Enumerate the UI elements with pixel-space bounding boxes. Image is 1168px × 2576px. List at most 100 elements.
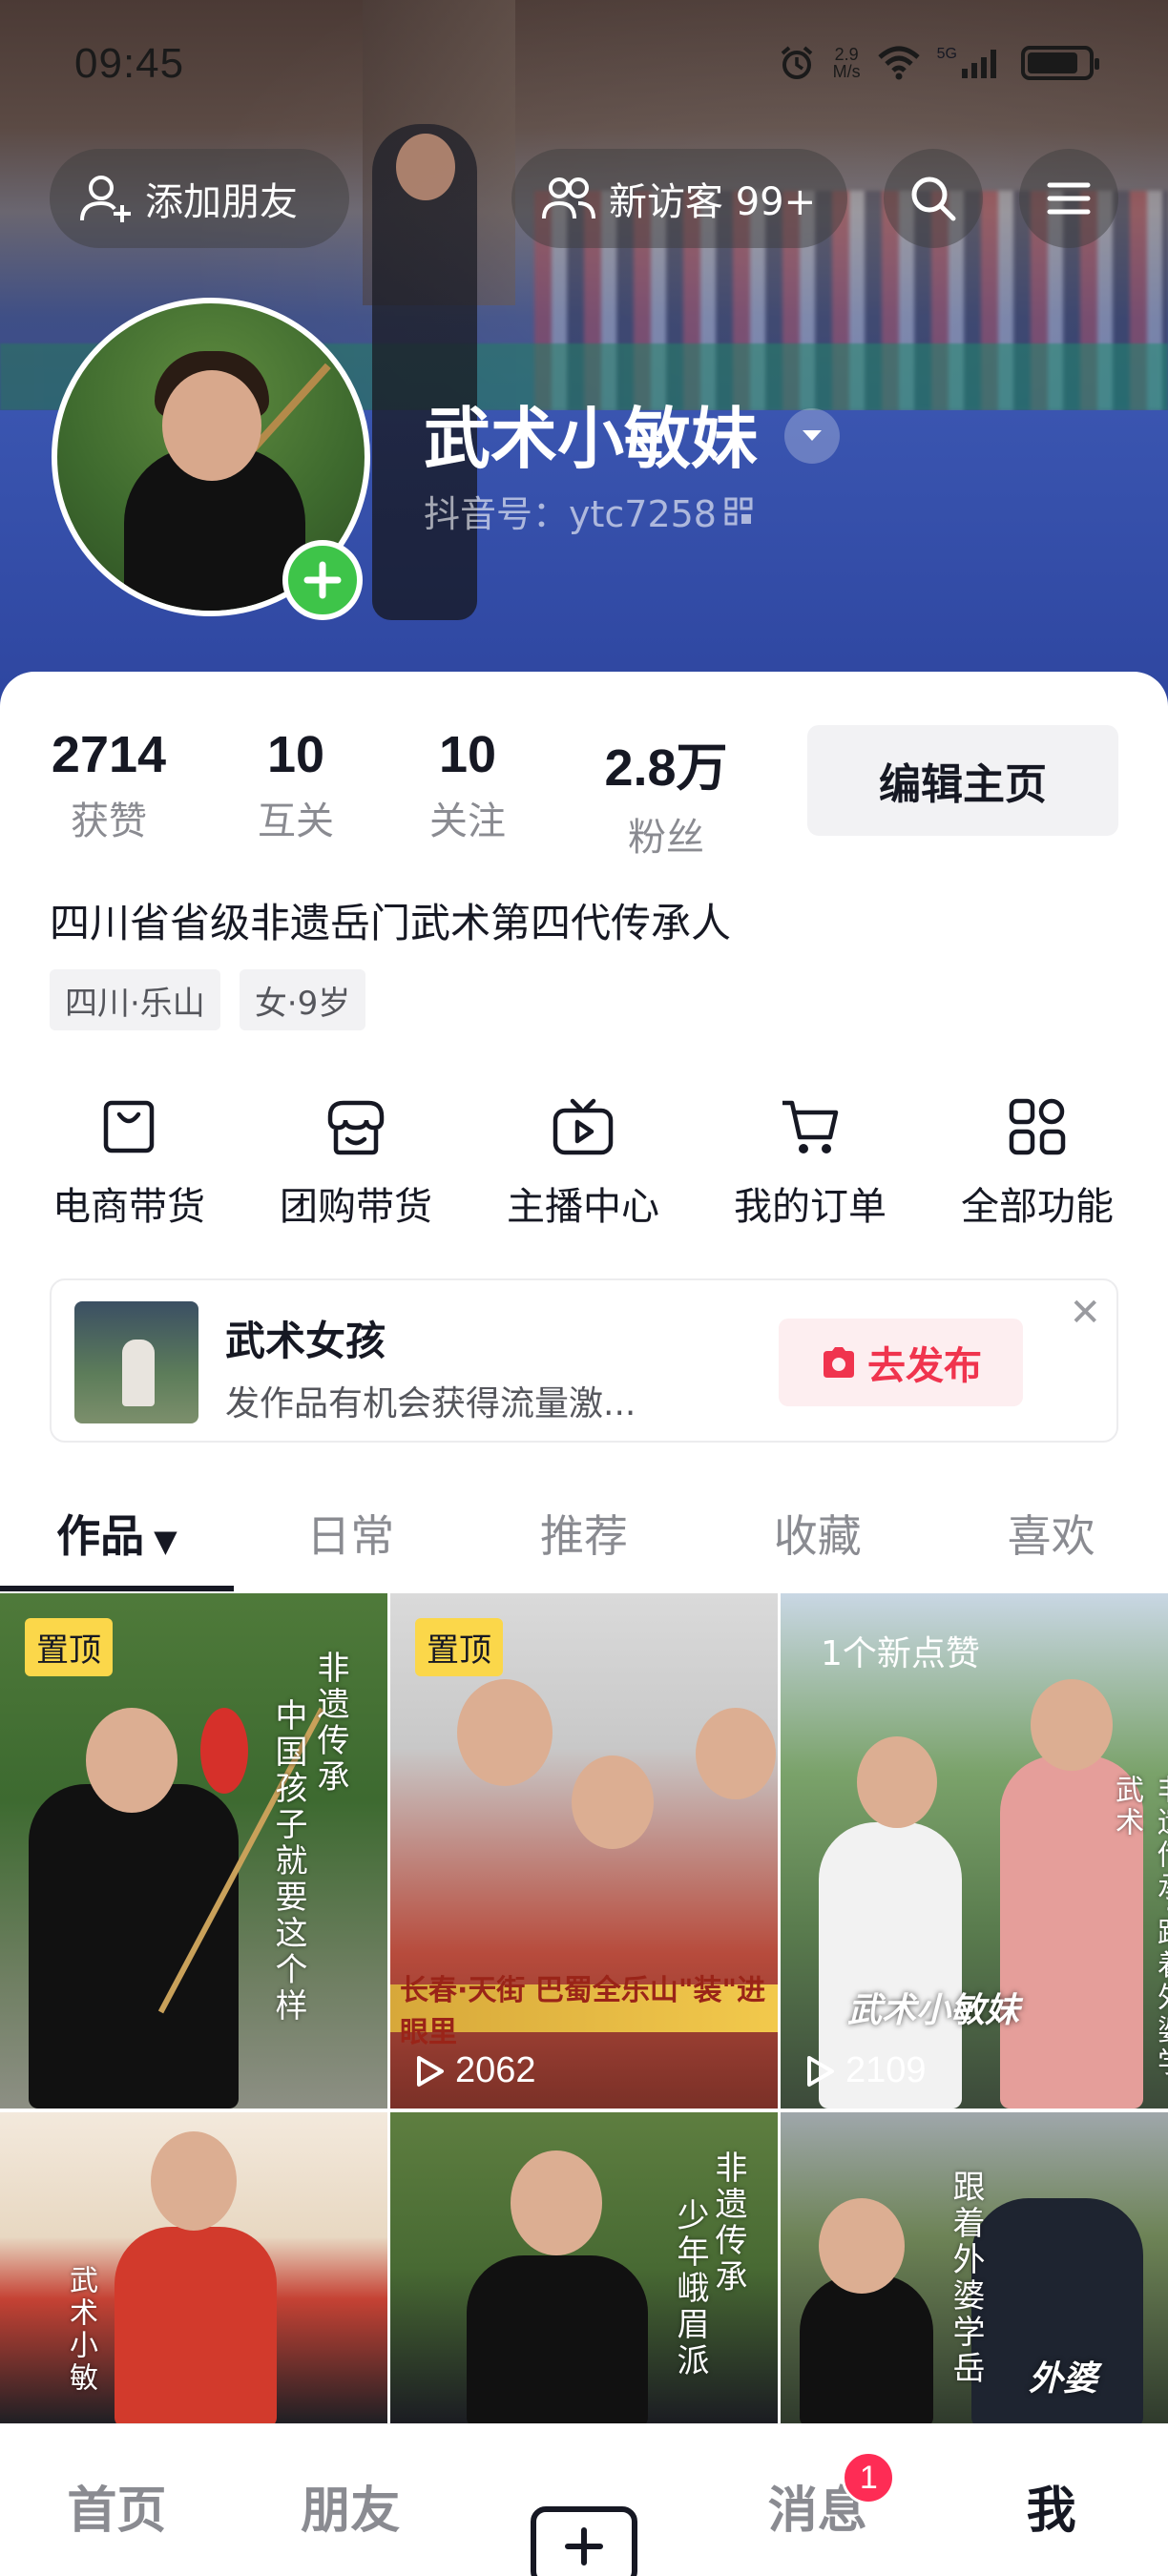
stat-fans-label: 粉丝: [628, 816, 704, 860]
add-friend-icon: [80, 176, 131, 222]
account-switch-button[interactable]: [784, 408, 840, 464]
feature-my-orders-label: 我的订单: [734, 1185, 886, 1229]
play-count-value: 2062: [455, 2050, 536, 2090]
pinned-badge: 置顶: [25, 1618, 113, 1676]
tile-figure: [800, 2275, 933, 2423]
prompt-subtitle: 发作品有机会获得流量激...: [225, 1384, 636, 1423]
close-icon[interactable]: ✕: [1069, 1294, 1101, 1332]
feature-my-orders[interactable]: 我的订单: [697, 1093, 924, 1231]
location-tag[interactable]: 四川·乐山: [50, 969, 220, 1030]
status-bar: 09:45 2.9 M/s 5G: [0, 0, 1168, 124]
douyin-id-text: 抖音号：ytc7258: [424, 493, 717, 535]
feature-all-functions[interactable]: 全部功能: [924, 1093, 1151, 1231]
tab-likes[interactable]: 喜欢: [934, 1488, 1168, 1593]
tab-recommended[interactable]: 推荐: [468, 1488, 701, 1593]
nav-home[interactable]: 首页: [0, 2424, 234, 2576]
video-tile[interactable]: 非遗传承 少年峨眉派: [390, 2112, 778, 2423]
profile-tags: 四川·乐山 女·9岁: [50, 969, 366, 1030]
video-tile[interactable]: 跟着外婆学岳 外婆: [781, 2112, 1168, 2423]
play-icon: [807, 2055, 834, 2087]
tile-figure: [115, 2227, 277, 2423]
nickname: 武术小敏妹: [424, 400, 758, 478]
prompt-title: 武术女孩: [225, 1318, 386, 1364]
new-likes-notice: 1个新点赞: [821, 1634, 980, 1673]
play-count-value: 2109: [845, 2050, 927, 2090]
stat-mutual[interactable]: 10 互关: [248, 725, 344, 845]
menu-button[interactable]: [1019, 149, 1118, 248]
tile-signature: 外婆: [1029, 2359, 1098, 2399]
stat-mutual-value: 10: [266, 726, 325, 783]
tile-overlay-text: 跟着外婆学岳: [947, 2170, 985, 2387]
grid-apps-icon: [1009, 1098, 1066, 1155]
content-tabs: 作品 ▼ 日常 推荐 收藏 喜欢: [0, 1488, 1168, 1593]
nav-messages[interactable]: 消息 1: [700, 2424, 934, 2576]
play-icon: [417, 2055, 444, 2087]
status-icons: 2.9 M/s 5G: [778, 44, 1099, 82]
prompt-thumbnail: [74, 1301, 198, 1423]
caret-down-icon: ▼: [154, 1523, 177, 1559]
feature-ecommerce[interactable]: 电商带货: [15, 1093, 242, 1231]
tile-overlay-text: 少年峨眉派: [671, 2198, 709, 2379]
feature-streamer-center-label: 主播中心: [507, 1185, 659, 1229]
tab-daily[interactable]: 日常: [234, 1488, 468, 1593]
network-speed-value: 2.9: [834, 45, 859, 64]
stat-mutual-label: 互关: [258, 800, 334, 843]
nav-me[interactable]: 我: [934, 2424, 1168, 2576]
tile-figure-face: [151, 2131, 237, 2231]
stat-likes[interactable]: 2714 获赞: [50, 725, 168, 845]
douyin-id[interactable]: 抖音号：ytc7258: [424, 485, 753, 537]
stat-following-value: 10: [438, 726, 497, 783]
tile-overlay-text: 武术小敏: [64, 2265, 97, 2395]
tile-figure-face: [86, 1708, 177, 1813]
add-friend-label: 添加朋友: [145, 180, 298, 224]
shopping-bag-icon: [103, 1100, 155, 1153]
tab-works-label: 作品: [56, 1510, 145, 1562]
visitors-icon: [542, 177, 595, 219]
cover-performer-head: [396, 134, 455, 200]
add-friend-button[interactable]: 添加朋友: [50, 149, 349, 248]
stat-likes-label: 获赞: [71, 800, 147, 843]
bio: 四川省省级非遗岳门武术第四代传承人: [50, 900, 732, 946]
network-type: 5G: [936, 46, 957, 62]
go-publish-button[interactable]: 去发布: [779, 1319, 1023, 1406]
search-button[interactable]: [884, 149, 983, 248]
feature-ecommerce-label: 电商带货: [52, 1185, 205, 1229]
menu-icon: [1047, 182, 1091, 215]
network-speed-unit: M/s: [832, 62, 861, 81]
play-count: 2109: [803, 2050, 927, 2091]
stat-following-label: 关注: [429, 800, 506, 843]
stat-following[interactable]: 10 关注: [420, 725, 515, 845]
signal-icon: [962, 50, 996, 78]
gender-age-tag[interactable]: 女·9岁: [239, 969, 366, 1030]
battery-icon: [1021, 46, 1099, 80]
new-visitors-button[interactable]: 新访客 99+: [511, 149, 847, 248]
video-tile[interactable]: 置顶 非遗传承 中国孩子就要这个样: [0, 1593, 387, 2109]
feature-all-functions-label: 全部功能: [961, 1185, 1114, 1229]
edit-profile-button[interactable]: 编辑主页: [807, 725, 1118, 836]
stat-fans[interactable]: 2.8万 粉丝: [599, 725, 733, 862]
feature-group-buy-label: 团购带货: [280, 1185, 432, 1229]
tv-play-icon: [553, 1098, 614, 1155]
video-grid: 置顶 非遗传承 中国孩子就要这个样 置顶 长春·天街 巴蜀全乐山"装"进眼里 2…: [0, 1593, 1168, 2423]
feature-streamer-center[interactable]: 主播中心: [469, 1093, 697, 1231]
create-button[interactable]: [530, 2506, 637, 2576]
video-tile[interactable]: 武术小敏: [0, 2112, 387, 2423]
tile-figure-face: [819, 2198, 905, 2294]
tab-works[interactable]: 作品 ▼: [0, 1488, 234, 1593]
publish-prompt-card[interactable]: 武术女孩 发作品有机会获得流量激... 去发布 ✕: [50, 1278, 1118, 1443]
tile-figure: [467, 2255, 648, 2423]
stat-likes-value: 2714: [51, 726, 167, 783]
tab-favorites[interactable]: 收藏: [700, 1488, 934, 1593]
wifi-icon: [877, 46, 920, 80]
nav-friends[interactable]: 朋友: [234, 2424, 468, 2576]
video-tile[interactable]: 置顶 长春·天街 巴蜀全乐山"装"进眼里 2062: [390, 1593, 778, 2109]
nav-create[interactable]: [468, 2424, 701, 2576]
feature-group-buy[interactable]: 团购带货: [242, 1093, 469, 1231]
tile-figure-face: [857, 1736, 937, 1828]
search-icon: [911, 177, 956, 221]
tile-figure-face: [1031, 1679, 1113, 1771]
avatar-add-button[interactable]: [282, 540, 363, 620]
video-tile[interactable]: 1个新点赞 非遗传承·跟着外婆学武术 武术小敏妹 2109: [781, 1593, 1168, 2109]
qr-code-icon: [724, 497, 753, 525]
alarm-icon: [781, 46, 812, 79]
